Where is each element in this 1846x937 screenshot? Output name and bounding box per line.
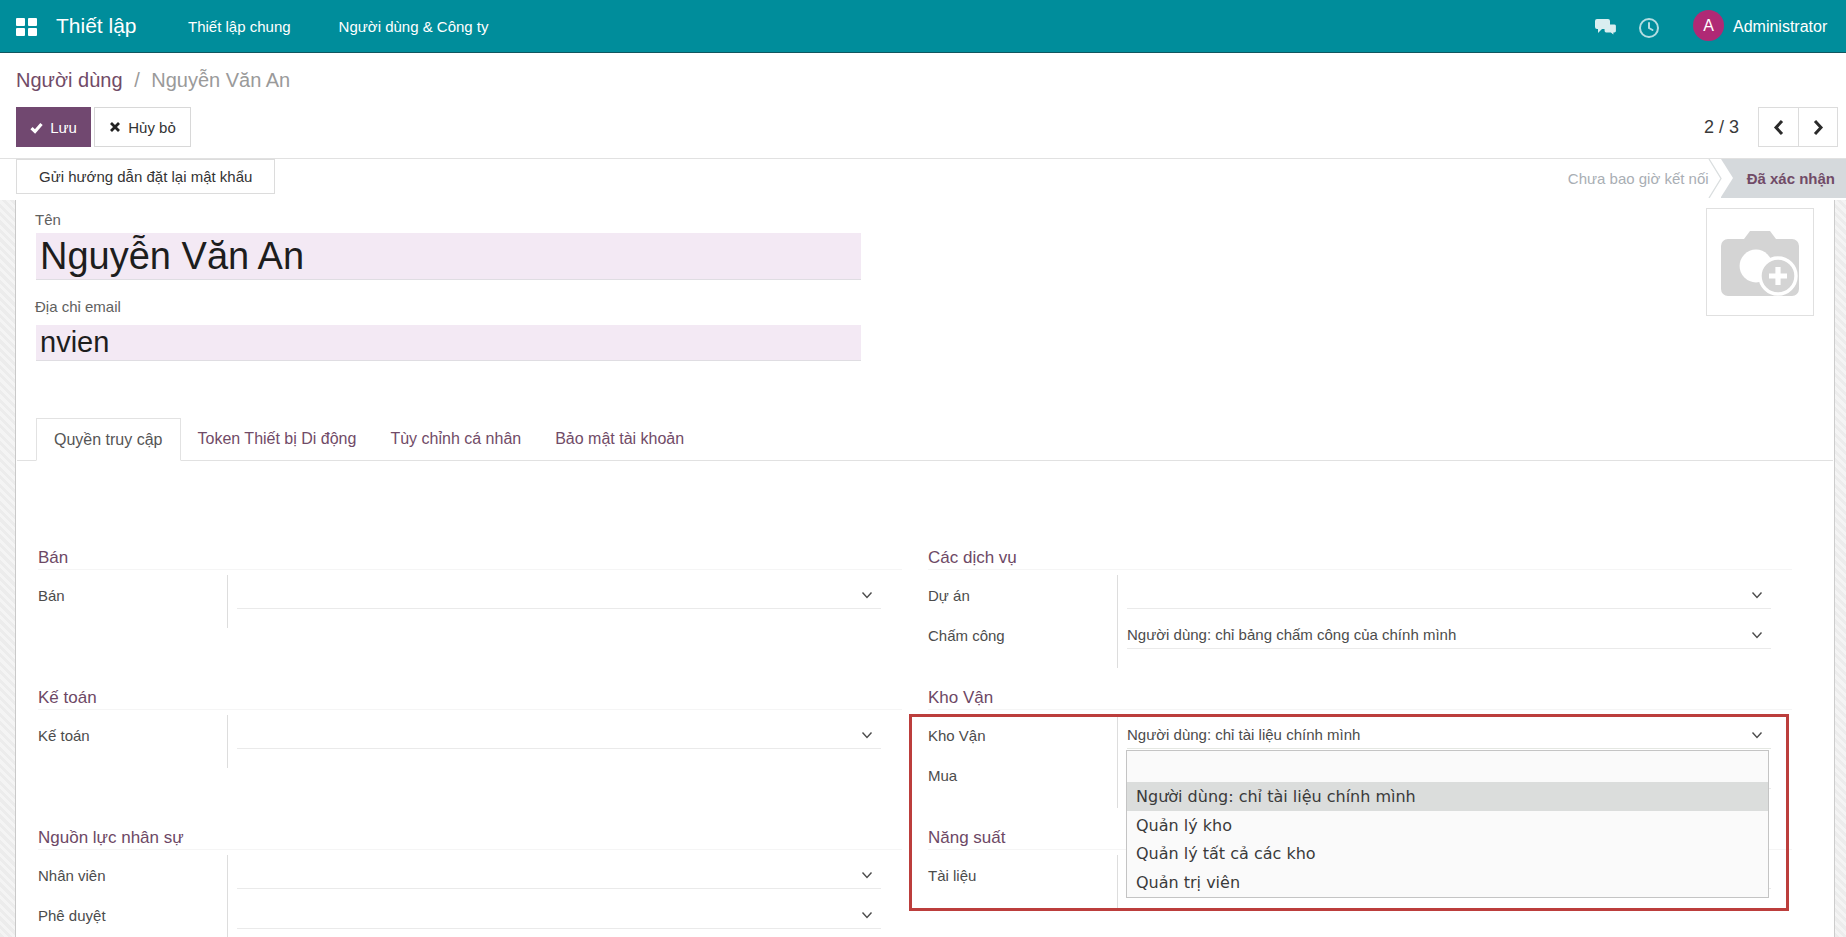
field-row-nhan-vien: Nhân viên [38,855,902,895]
page-gutter-right [1834,200,1846,937]
form-group: Bán Bán [38,548,902,615]
breadcrumb-current: Nguyễn Văn An [151,69,290,91]
group-title: Nguồn lực nhân sự [38,828,902,850]
chevron-down-icon [1751,631,1763,639]
chevron-down-icon [861,911,873,919]
field-select-ke-toan[interactable] [237,715,881,749]
app-title[interactable]: Thiết lập [56,14,137,38]
field-select-du-an[interactable] [1127,575,1771,609]
field-label-kho-van: Kho Vận [928,715,1117,755]
field-label-tai-lieu: Tài liệu [928,855,1117,895]
field-select-kho-van[interactable]: Người dùng: chỉ tài liệu chính mình [1127,715,1771,749]
dropdown-option-0[interactable] [1127,751,1768,782]
tab-3[interactable]: Bảo mật tài khoản [538,418,701,461]
statusbar-stages: Chưa bao giờ kết nốiĐã xác nhận [1543,159,1846,198]
field-select-nhan-vien[interactable] [237,855,881,889]
pager-value: 2 / 3 [1704,117,1739,138]
nav-menu-item-1[interactable]: Người dùng & Công ty [315,0,513,53]
group-title: Kế toán [38,688,902,710]
breadcrumb-separator: / [134,69,145,91]
pager-previous-button[interactable] [1759,108,1798,146]
field-label-cham-cong: Chấm công [928,615,1117,655]
name-field-label: Tên [35,211,61,228]
field-select-phe-duyet[interactable] [237,895,881,929]
field-row-du-an: Dự án [928,575,1792,615]
form-group: Kế toán Kế toán [38,688,902,755]
x-icon [109,121,121,133]
group-title: Các dịch vụ [928,548,1792,570]
chevron-down-icon [861,871,873,879]
chat-icon[interactable] [1594,17,1618,39]
email-input[interactable]: nvien [36,325,861,361]
field-label-mua: Mua [928,755,1117,795]
statusbar: Gửi hướng dẫn đặt lại mật khẩu Chưa bao … [0,159,1846,198]
user-avatar[interactable]: A [1693,10,1724,41]
field-row-phe-duyet: Phê duyệt [38,895,902,935]
pager-next-button[interactable] [1798,108,1837,146]
photo-upload-box[interactable] [1706,208,1814,316]
form-group: Nguồn lực nhân sự Nhân viênPhê duyệt [38,828,902,935]
field-select-cham-cong[interactable]: Người dùng: chỉ bảng chấm công của chính… [1127,615,1771,649]
form-group: Các dịch vụ Dự ánChấm công Người dùng: chỉ… [928,548,1792,655]
dropdown-option-4[interactable]: Quản trị viên [1127,868,1768,897]
field-label-ban: Bán [38,575,227,615]
breadcrumb: Người dùng / Nguyễn Văn An [16,69,290,92]
dropdown-option-2[interactable]: Quản lý kho [1127,811,1768,840]
tab-1[interactable]: Token Thiết bị Di động [181,418,374,461]
field-value-cham-cong: Người dùng: chỉ bảng chấm công của chính… [1127,626,1456,643]
email-field-label: Địa chỉ email [35,298,121,315]
pager: 2 / 3 [1704,107,1838,147]
discard-button[interactable]: Hủy bỏ [94,107,191,147]
chevron-down-icon [861,591,873,599]
dropdown-option-3[interactable]: Quản lý tất cả các kho [1127,840,1768,869]
send-reset-password-button[interactable]: Gửi hướng dẫn đặt lại mật khẩu [16,159,275,194]
field-row-cham-cong: Chấm công Người dùng: chỉ bảng chấm công … [928,615,1792,655]
status-stage-0[interactable]: Chưa bao giờ kết nối [1543,159,1721,198]
field-value-kho-van: Người dùng: chỉ tài liệu chính mình [1127,726,1360,743]
page-gutter-left [0,200,16,937]
inventory-dropdown-list: Người dùng: chỉ tài liệu chính mìnhQuản … [1126,750,1769,898]
nav-menu-item-0[interactable]: Thiết lập chung [164,0,315,53]
field-row-ban: Bán [38,575,902,615]
field-select-ban[interactable] [237,575,881,609]
tab-2[interactable]: Tùy chỉnh cá nhân [373,418,538,461]
field-label-nhan-vien: Nhân viên [38,855,227,895]
group-title: Kho Vận [928,688,1792,710]
user-menu[interactable]: Administrator [1733,0,1827,53]
name-input[interactable]: Nguyễn Văn An [36,233,861,280]
breadcrumb-parent[interactable]: Người dùng [16,69,123,91]
nav-menu: Thiết lập chungNgười dùng & Công ty [164,0,513,53]
notebook-tabs: Quyền truy cậpToken Thiết bị Di độngTùy … [17,418,1833,461]
tab-0[interactable]: Quyền truy cập [36,418,181,461]
camera-icon [1720,228,1800,296]
chevron-down-icon [1751,731,1763,739]
field-label-ke-toan: Kế toán [38,715,227,755]
save-button[interactable]: Lưu [16,107,91,147]
top-navbar: Thiết lập Thiết lập chungNgười dùng & Cô… [0,0,1846,53]
activity-clock-icon[interactable] [1638,17,1660,39]
field-label-du-an: Dự án [928,575,1117,615]
check-icon [30,121,43,134]
field-label-phe-duyet: Phê duyệt [38,895,227,935]
status-stage-1[interactable]: Đã xác nhận [1721,159,1846,198]
group-title: Bán [38,548,902,570]
field-row-ke-toan: Kế toán [38,715,902,755]
dropdown-option-1[interactable]: Người dùng: chỉ tài liệu chính mình [1127,782,1768,811]
field-row-kho-van: Kho Vận Người dùng: chỉ tài liệu chính mì… [928,715,1792,755]
chevron-down-icon [1751,591,1763,599]
chevron-down-icon [861,731,873,739]
stage-separator-chevron [1708,159,1722,198]
apps-grid-icon[interactable] [16,18,37,36]
